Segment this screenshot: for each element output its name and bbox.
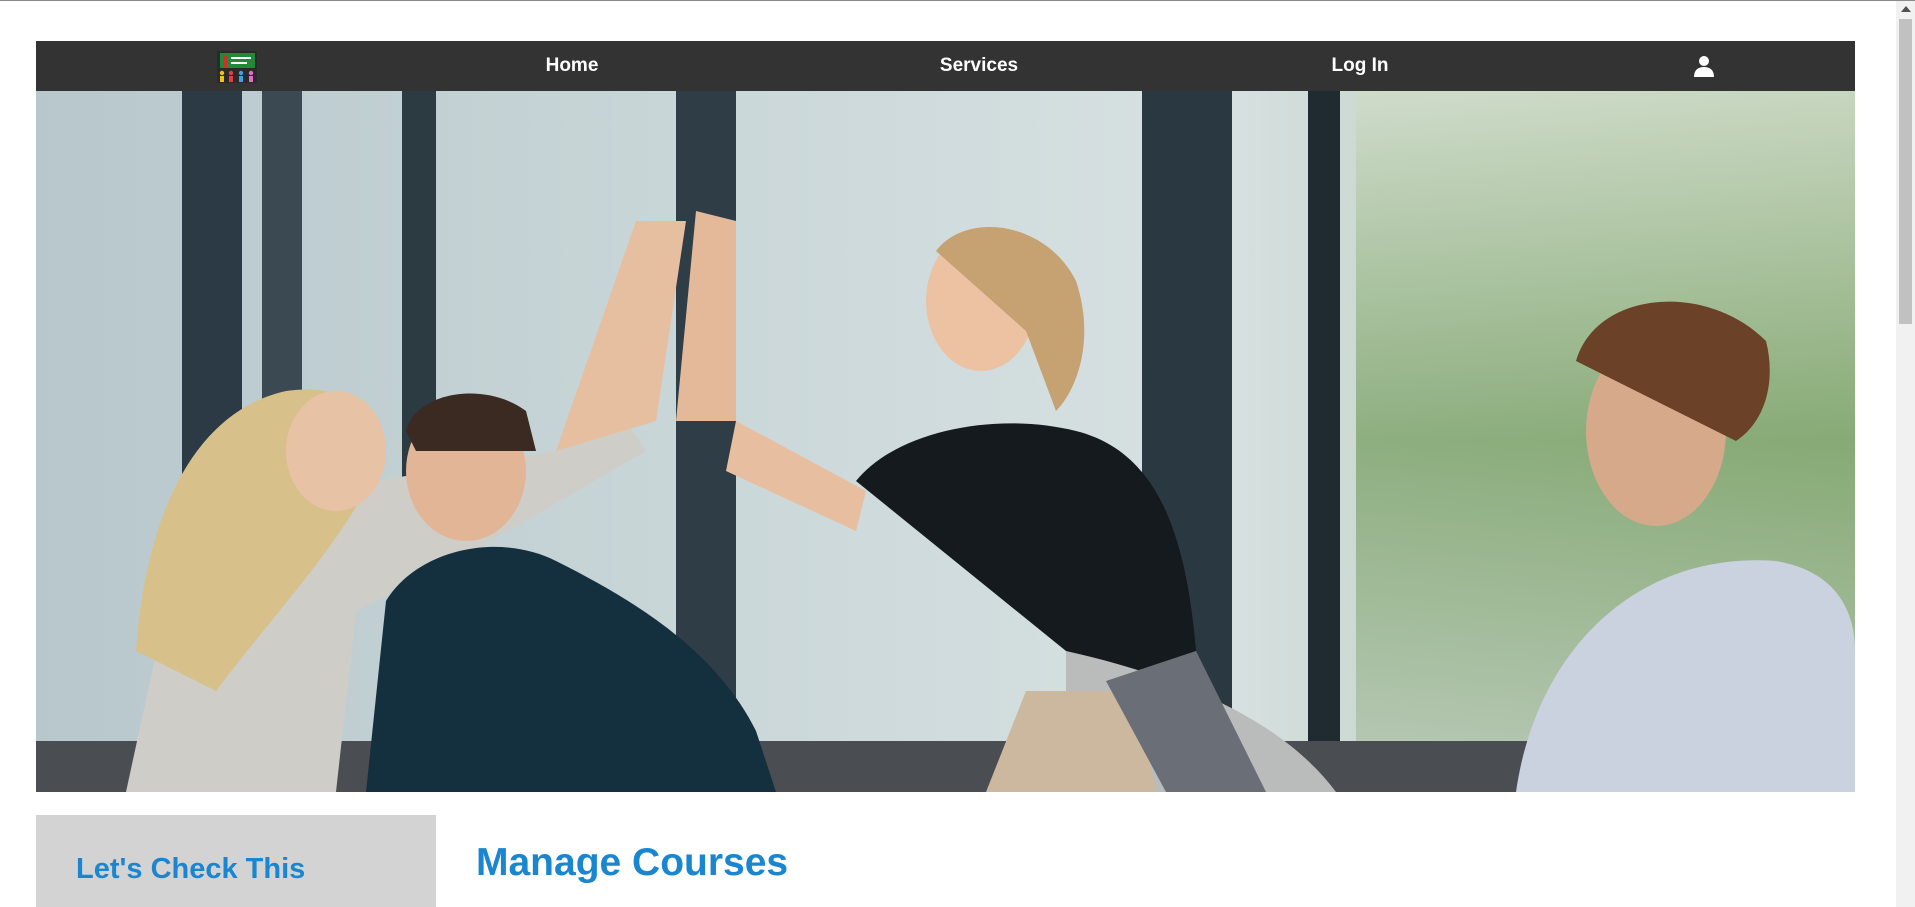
hero-image <box>36 91 1855 792</box>
team-logo-icon[interactable] <box>217 51 257 83</box>
sidebar: Let's Check This <box>36 815 436 907</box>
user-icon[interactable] <box>1692 54 1716 78</box>
team-high-five-photo <box>36 91 1855 792</box>
sidebar-title: Let's Check This <box>76 853 306 885</box>
nav-home-link[interactable]: Home <box>492 41 652 91</box>
navbar: Home Services Log In <box>36 41 1855 91</box>
page: Home Services Log In Let's Check This Ma… <box>0 1 1896 907</box>
scrollbar-thumb[interactable] <box>1899 19 1912 324</box>
nav-services-link[interactable]: Services <box>899 41 1059 91</box>
page-title: Manage Courses <box>476 841 789 884</box>
scroll-up-arrow-icon[interactable] <box>1901 6 1911 12</box>
vertical-scrollbar[interactable] <box>1896 1 1915 907</box>
nav-login-link[interactable]: Log In <box>1280 41 1440 91</box>
